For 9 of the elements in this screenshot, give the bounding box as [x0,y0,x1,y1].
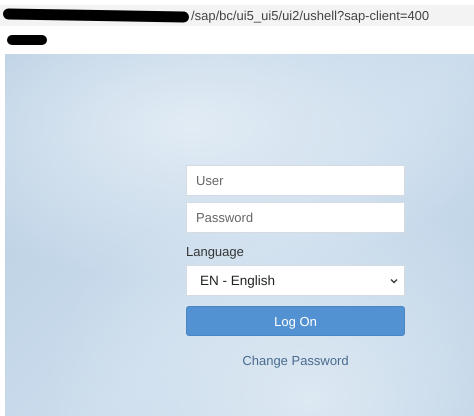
language-select[interactable]: EN - English [186,265,405,296]
chevron-down-icon [390,278,398,284]
url-text: /sap/bc/ui5_ui5/ui2/ushell?sap-client=400 [191,8,430,23]
user-field[interactable]: User [186,165,405,196]
password-field[interactable]: Password [186,202,405,233]
redaction-mark [7,35,47,45]
change-password-link[interactable]: Change Password [242,353,349,368]
address-bar[interactable]: /sap/bc/ui5_ui5/ui2/ushell?sap-client=400 [0,5,474,26]
language-label: Language [186,244,245,259]
